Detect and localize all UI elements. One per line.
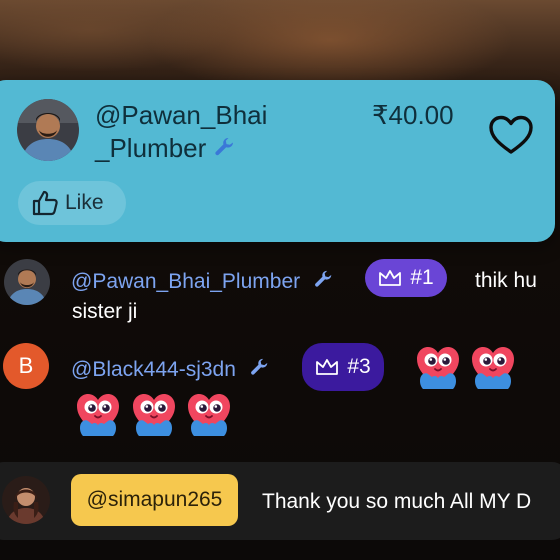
rank-badge-1: #1: [365, 259, 447, 297]
super-chat-avatar[interactable]: [17, 99, 79, 161]
crown-icon: [316, 359, 339, 375]
username-line-1: @Pawan_Bhai: [95, 100, 268, 130]
heart-hands-emoji: [76, 393, 120, 437]
chat-username-2[interactable]: @Black444-sj3dn: [71, 357, 270, 385]
like-button[interactable]: Like: [18, 181, 126, 225]
crown-icon: [379, 270, 402, 286]
chat-avatar-pawan[interactable]: [4, 259, 50, 305]
heart-hands-emoji: [187, 393, 231, 437]
chat-username-1[interactable]: @Pawan_Bhai_Plumber: [71, 269, 334, 297]
mention-chip[interactable]: @simapun265: [71, 474, 238, 526]
thumbs-up-icon: [32, 190, 58, 216]
pinned-text: Thank you so much All MY D: [262, 490, 532, 513]
heart-hands-emoji: [416, 346, 460, 390]
wrench-icon: [248, 357, 270, 385]
rank-label: #3: [347, 355, 371, 378]
heart-outline-icon: [489, 115, 533, 154]
heart-hands-emoji: [471, 346, 515, 390]
wrench-icon: [312, 269, 334, 297]
pinned-avatar[interactable]: [2, 476, 50, 524]
chat-text-line-1: thik hu: [475, 269, 537, 292]
wrench-icon: [212, 135, 236, 168]
rank-badge-2: #3: [302, 343, 384, 391]
super-chat-amount: ₹40.00: [372, 100, 454, 130]
chat-avatar-black444[interactable]: B: [3, 343, 49, 389]
super-chat-username[interactable]: @Pawan_Bhai _Plumber: [95, 99, 355, 168]
rank-label: #1: [410, 266, 434, 289]
heart-hands-emoji: [132, 393, 176, 437]
like-label: Like: [65, 191, 104, 214]
username-line-2: _Plumber: [95, 133, 207, 163]
heart-button[interactable]: [487, 112, 535, 158]
chat-text-line-2: sister ji: [72, 300, 138, 323]
